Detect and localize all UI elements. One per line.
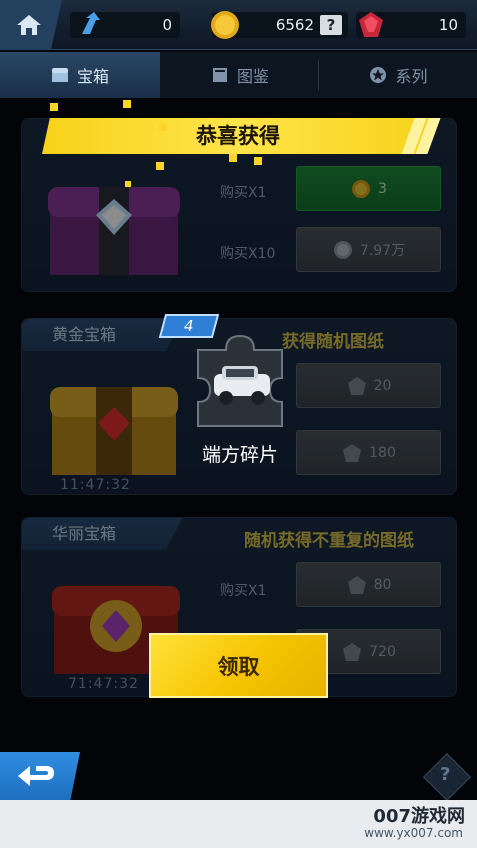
gold-value: 6562	[275, 16, 314, 34]
red-gem-icon	[359, 12, 383, 37]
gem-stat: 10	[356, 12, 466, 38]
claim-button[interactable]: 领取	[149, 633, 328, 698]
tab-chest-label: 宝箱	[76, 67, 109, 86]
confetti	[254, 157, 262, 165]
congrats-banner: 恭喜获得	[42, 118, 434, 154]
car-fragment-icon	[197, 334, 283, 427]
reward-overlay	[0, 98, 477, 848]
tab-catalog-label: 图鉴	[236, 67, 269, 86]
confetti	[159, 123, 167, 131]
gem-value: 10	[438, 16, 458, 34]
tab-series[interactable]: 系列	[320, 52, 477, 98]
chest-icon	[51, 68, 68, 82]
level-value: 0	[162, 16, 172, 34]
level-stat: 0	[70, 12, 180, 38]
tab-catalog[interactable]: 图鉴	[160, 52, 320, 98]
reward-name: 端方碎片	[201, 444, 278, 466]
watermark-text: 007游戏网	[373, 806, 465, 827]
tab-bar: 宝箱 图鉴 系列	[0, 52, 477, 98]
home-button[interactable]	[0, 0, 62, 50]
book-icon	[212, 68, 227, 82]
home-icon	[17, 15, 41, 35]
arrow-up-icon	[82, 12, 100, 34]
confetti	[125, 181, 131, 187]
help-icon[interactable]: ?	[320, 15, 342, 35]
top-bar: 0 6562 ? 10	[0, 0, 477, 50]
back-button[interactable]	[0, 752, 80, 800]
confetti	[156, 162, 164, 170]
gold-stat: 6562 ?	[211, 11, 348, 39]
tab-chest[interactable]: 宝箱	[0, 52, 160, 98]
confetti	[123, 100, 131, 108]
tab-divider	[318, 60, 319, 90]
watermark-url: www.yx007.com	[364, 826, 463, 840]
help-icon: ?	[440, 764, 451, 785]
star-badge-icon	[370, 67, 387, 83]
claim-label: 领取	[217, 654, 260, 679]
confetti	[50, 103, 58, 111]
back-arrow-icon	[18, 766, 54, 786]
gold-coin-icon	[211, 11, 239, 39]
tab-series-label: 系列	[395, 67, 428, 86]
confetti	[229, 154, 237, 162]
